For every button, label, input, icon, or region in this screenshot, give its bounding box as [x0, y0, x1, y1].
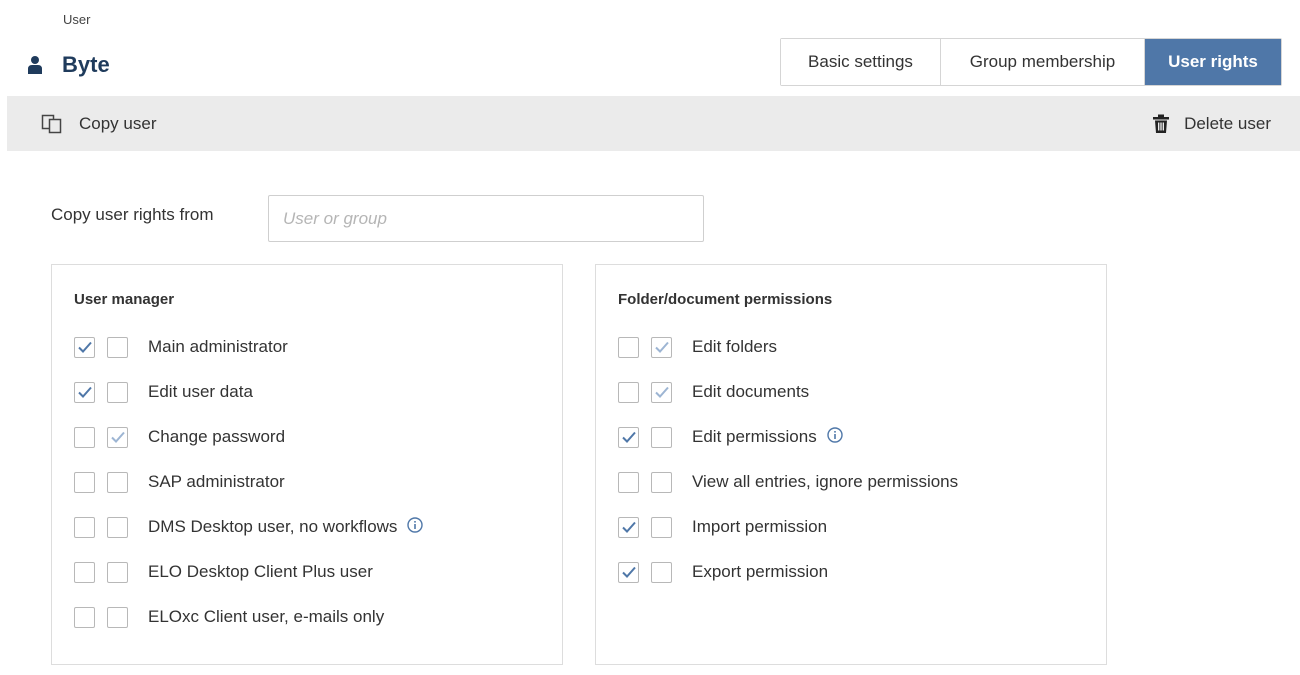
permission-label: Change password [148, 427, 286, 446]
permission-label: View all entries, ignore permissions [692, 472, 959, 491]
copy-user-label: Copy user [79, 113, 157, 133]
inherited-checkbox [651, 381, 672, 403]
copy-user-button[interactable]: Copy user [41, 96, 156, 151]
permission-row: Edit user data [74, 380, 253, 404]
permission-label: Edit permissions [692, 427, 817, 446]
breadcrumb: User [63, 12, 91, 27]
permission-checkbox[interactable] [618, 426, 639, 448]
inherited-checkbox [651, 426, 672, 448]
tab-basic-settings[interactable]: Basic settings [781, 39, 941, 85]
inherited-checkbox [651, 561, 672, 583]
permission-label: DMS Desktop user, no workflows [148, 517, 398, 536]
inherited-checkbox [651, 336, 672, 358]
tab-bar: Basic settings Group membership User rig… [780, 38, 1282, 86]
permission-label: Edit folders [692, 337, 778, 356]
delete-user-label: Delete user [1184, 113, 1271, 133]
permission-checkbox[interactable] [74, 336, 95, 358]
inherited-checkbox [107, 561, 128, 583]
permission-checkbox[interactable] [74, 606, 95, 628]
inherited-checkbox [107, 381, 128, 403]
permission-row: Export permission [618, 560, 828, 584]
permission-row: Import permission [618, 515, 827, 539]
permission-row: Edit permissions [618, 425, 843, 449]
permission-row: Edit documents [618, 380, 809, 404]
permission-checkbox[interactable] [618, 381, 639, 403]
tab-group-membership[interactable]: Group membership [941, 39, 1145, 85]
inherited-checkbox [651, 471, 672, 493]
permission-label: Export permission [692, 562, 829, 581]
copy-icon [41, 114, 62, 133]
inherited-checkbox [107, 471, 128, 493]
permission-checkbox[interactable] [618, 561, 639, 583]
permission-checkbox[interactable] [618, 336, 639, 358]
permission-label: Import permission [692, 517, 828, 536]
permission-checkbox[interactable] [74, 561, 95, 583]
permission-row: Edit folders [618, 335, 777, 359]
inherited-checkbox [651, 516, 672, 538]
permission-checkbox[interactable] [74, 426, 95, 448]
permission-checkbox[interactable] [618, 471, 639, 493]
permission-label: ELO Desktop Client Plus user [148, 562, 373, 581]
toolbar: Copy user Delete user [7, 96, 1300, 151]
folder-permissions-title: Folder/document permissions [618, 291, 833, 308]
permission-label: SAP administrator [148, 472, 285, 491]
permission-label: Edit documents [692, 382, 810, 401]
permission-row: ELO Desktop Client Plus user [74, 560, 373, 584]
permission-label: Edit user data [148, 382, 253, 401]
permission-row: View all entries, ignore permissions [618, 470, 958, 494]
permission-row: Main administrator [74, 335, 288, 359]
permission-row: Change password [74, 425, 285, 449]
tab-user-rights[interactable]: User rights [1145, 39, 1281, 85]
copy-rights-input[interactable] [268, 195, 704, 242]
trash-icon [1153, 114, 1170, 133]
permission-checkbox[interactable] [74, 471, 95, 493]
user-icon [28, 55, 42, 75]
inherited-checkbox [107, 516, 128, 538]
delete-user-button[interactable]: Delete user [1152, 96, 1271, 151]
permission-row: DMS Desktop user, no workflows [74, 515, 424, 539]
copy-rights-label: Copy user rights from [51, 205, 214, 224]
inherited-checkbox [107, 606, 128, 628]
user-manager-panel: User manager Main administrator Edit user… [51, 264, 563, 665]
inherited-checkbox [107, 426, 128, 448]
permission-row: ELOxc Client user, e-mails only [74, 605, 384, 629]
permission-label: ELOxc Client user, e-mails only [148, 607, 385, 626]
inherited-checkbox [107, 336, 128, 358]
permission-checkbox[interactable] [618, 516, 639, 538]
permission-checkbox[interactable] [74, 516, 95, 538]
title-row: Byte [28, 52, 110, 78]
permission-checkbox[interactable] [74, 381, 95, 403]
info-icon[interactable] [827, 426, 843, 448]
folder-permissions-panel: Folder/document permissions Edit folders… [595, 264, 1107, 665]
permission-label: Main administrator [148, 337, 288, 356]
user-manager-title: User manager [74, 291, 175, 308]
permission-row: SAP administrator [74, 470, 285, 494]
page-title: Byte [62, 52, 110, 77]
info-icon[interactable] [407, 516, 424, 538]
